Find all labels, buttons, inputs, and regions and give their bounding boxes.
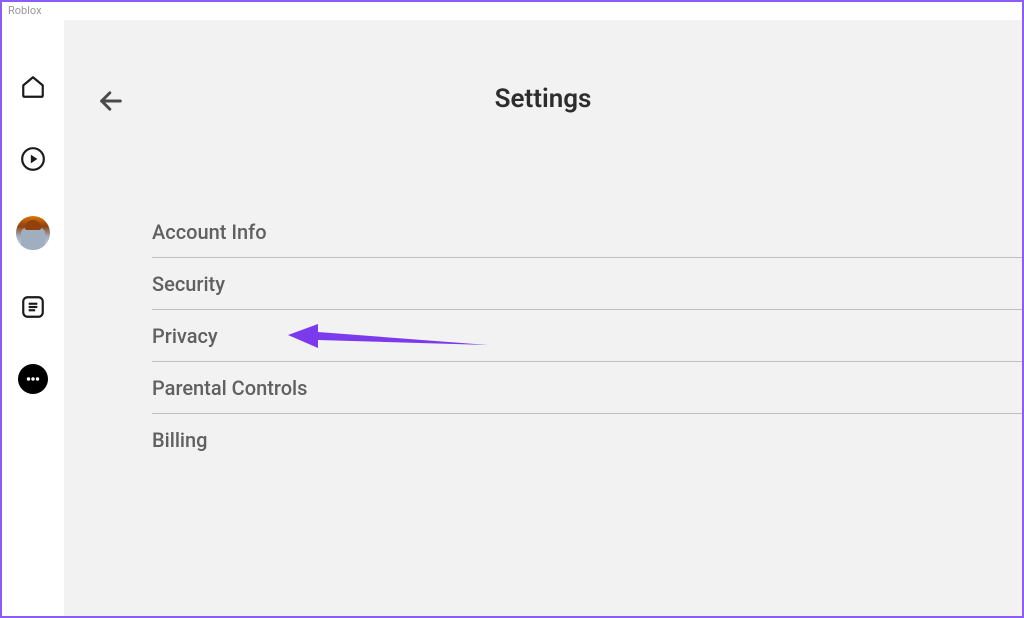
settings-list: Account Info Security Privacy Parental C… — [64, 206, 1022, 465]
settings-item-account-info[interactable]: Account Info — [152, 206, 1022, 258]
settings-item-parental-controls[interactable]: Parental Controls — [152, 362, 1022, 414]
sidebar — [2, 20, 64, 616]
settings-item-label: Billing — [152, 428, 208, 452]
window-title: Roblox — [8, 4, 42, 17]
avatar[interactable] — [16, 216, 50, 250]
more-icon — [24, 370, 42, 388]
main-content: Settings Account Info Security Privacy P… — [64, 20, 1022, 616]
settings-item-label: Privacy — [152, 324, 218, 348]
sidebar-play[interactable] — [18, 144, 48, 174]
message-icon — [20, 294, 46, 320]
settings-item-label: Account Info — [152, 220, 267, 244]
sidebar-more[interactable] — [18, 364, 48, 394]
avatar-image — [21, 228, 45, 250]
settings-item-label: Parental Controls — [152, 376, 307, 400]
settings-item-label: Security — [152, 272, 225, 296]
settings-item-privacy[interactable]: Privacy — [152, 310, 1022, 362]
window-title-bar: Roblox — [2, 2, 1022, 20]
sidebar-home[interactable] — [18, 72, 48, 102]
page-title: Settings — [64, 84, 1022, 114]
back-button[interactable] — [94, 84, 128, 118]
home-icon — [20, 74, 46, 100]
settings-item-billing[interactable]: Billing — [152, 414, 1022, 465]
sidebar-messages[interactable] — [18, 292, 48, 322]
app-container: Settings Account Info Security Privacy P… — [2, 20, 1022, 616]
play-icon — [20, 146, 46, 172]
settings-item-security[interactable]: Security — [152, 258, 1022, 310]
arrow-left-icon — [97, 87, 125, 115]
